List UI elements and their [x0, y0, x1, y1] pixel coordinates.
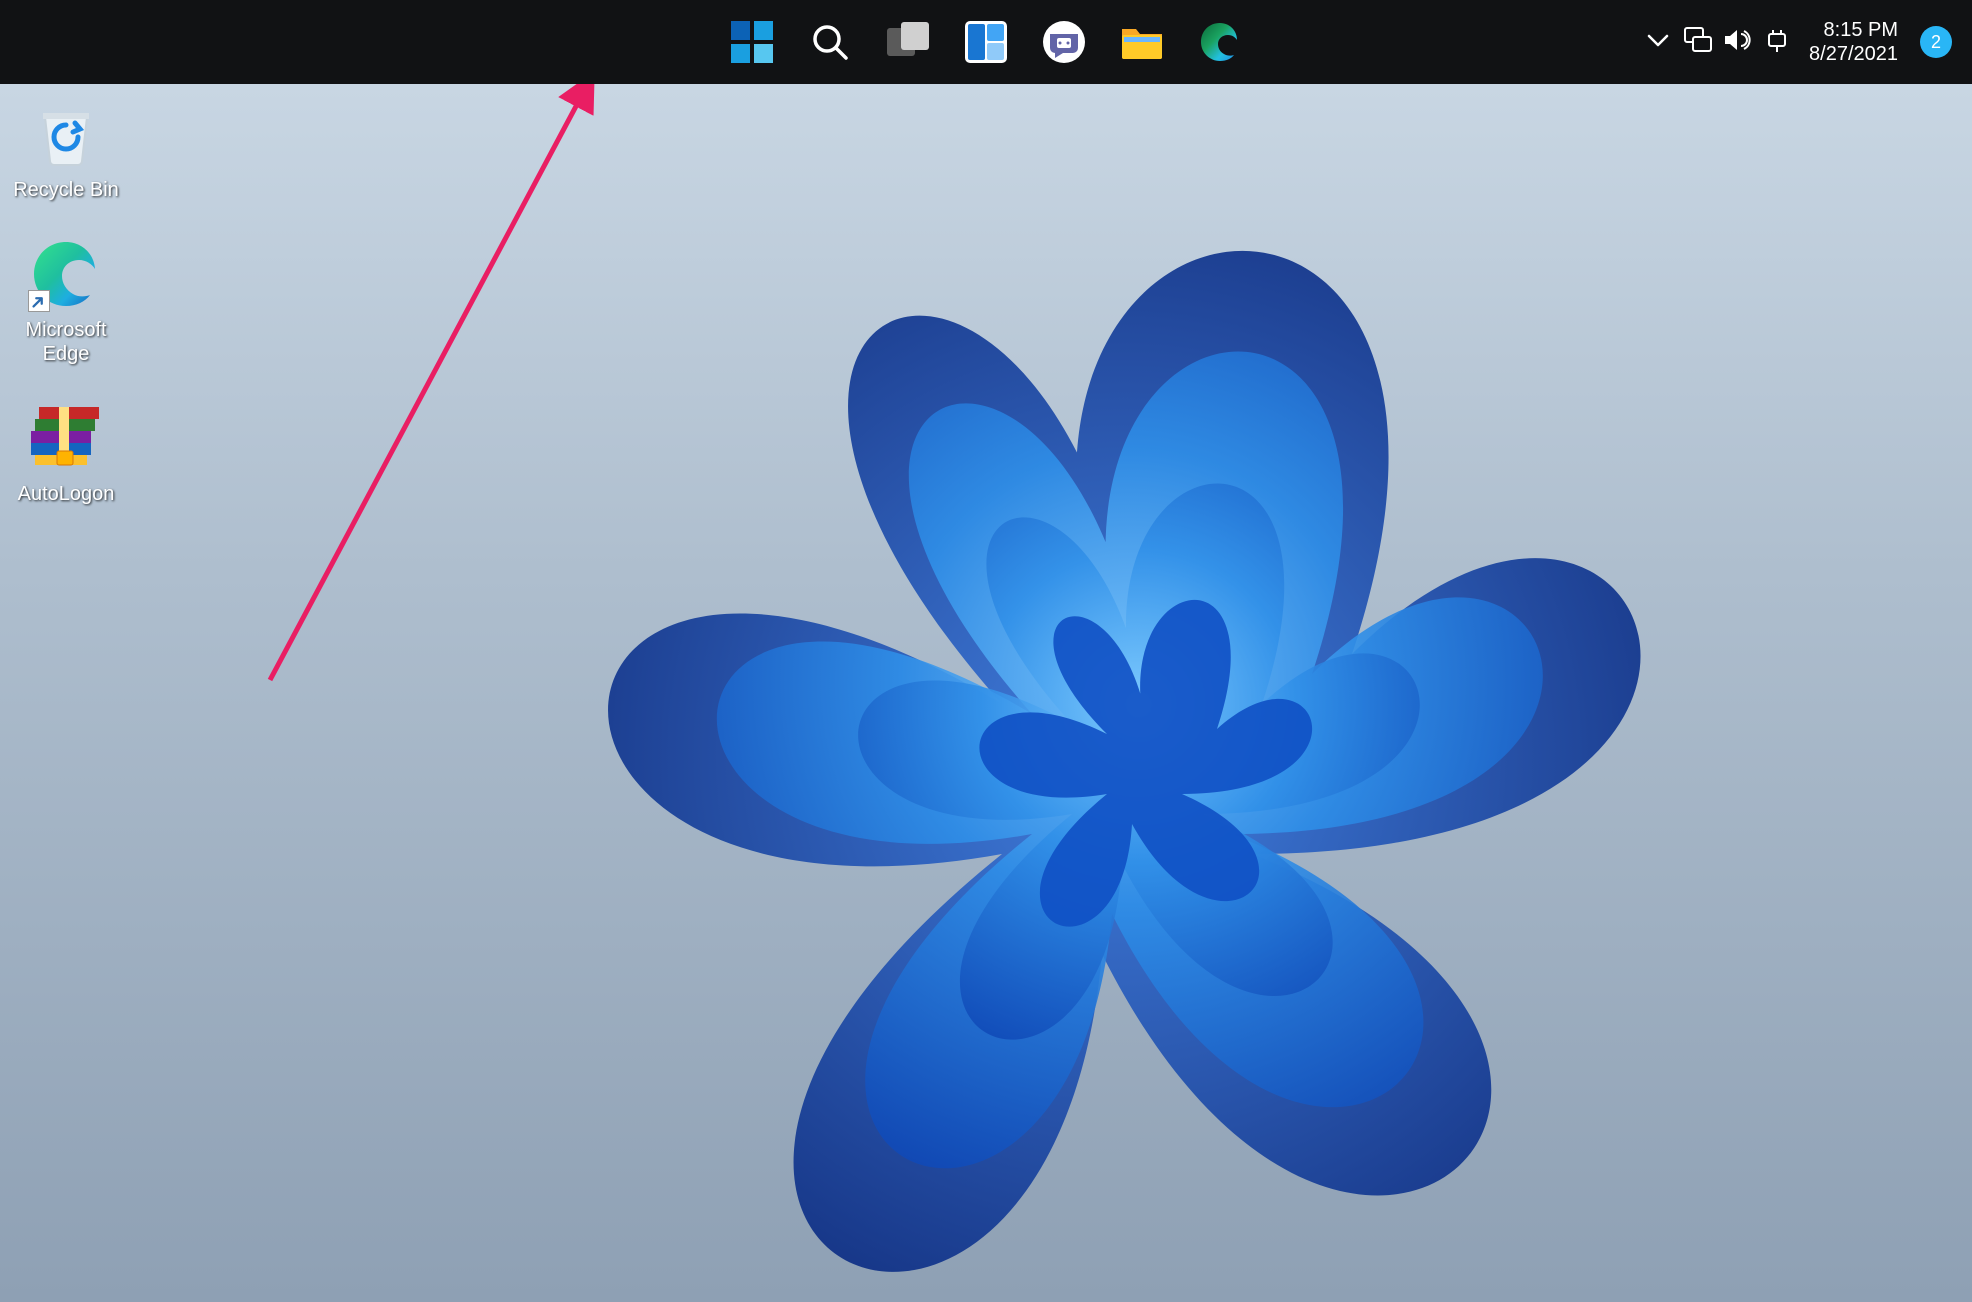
network-icon: [1683, 26, 1713, 59]
network-button[interactable]: [1683, 27, 1713, 57]
autologon-desktop-item[interactable]: AutoLogon: [6, 400, 126, 506]
datetime-button[interactable]: 8:15 PM 8/27/2021: [1803, 18, 1904, 66]
microsoft-edge-desktop-item[interactable]: Microsoft Edge: [6, 236, 126, 366]
desktop-icon-label: AutoLogon: [18, 482, 115, 506]
clock-date: 8/27/2021: [1809, 42, 1898, 66]
taskbar: 8:15 PM 8/27/2021 2: [0, 0, 1972, 84]
taskview-icon: [885, 22, 931, 62]
notification-center-button[interactable]: 2: [1920, 26, 1952, 58]
notification-count: 2: [1931, 32, 1941, 53]
desktop-icons: Recycle Bin: [6, 96, 126, 506]
clock-time: 8:15 PM: [1824, 18, 1898, 42]
sound-icon: [1723, 26, 1753, 59]
power-button[interactable]: [1763, 27, 1793, 57]
taskbar-right: 8:15 PM 8/27/2021 2: [1643, 0, 1962, 84]
annotation-arrow: [250, 60, 620, 700]
power-icon: [1763, 26, 1793, 59]
recycle-bin-desktop-item[interactable]: Recycle Bin: [6, 96, 126, 202]
start-icon: [731, 21, 773, 63]
winrar-icon: [28, 400, 104, 476]
widgets-button[interactable]: [963, 19, 1009, 65]
edge-icon-large: [28, 236, 104, 312]
chat-button[interactable]: [1041, 19, 1087, 65]
file-explorer-icon: [1120, 23, 1164, 61]
search-button[interactable]: [807, 19, 853, 65]
sound-button[interactable]: [1723, 27, 1753, 57]
widgets-icon: [965, 21, 1007, 63]
desktop-icon-label: Microsoft Edge: [6, 318, 126, 366]
recycle-bin-icon: [28, 96, 104, 172]
chat-icon: [1043, 21, 1085, 63]
file-explorer-button[interactable]: [1119, 19, 1165, 65]
shortcut-arrow-icon: [28, 290, 50, 312]
edge-icon: [1199, 21, 1241, 63]
overflow-chevron-icon: [1645, 27, 1671, 58]
taskview-button[interactable]: [885, 19, 931, 65]
edge-button[interactable]: [1197, 19, 1243, 65]
tray-overflow-button[interactable]: [1643, 27, 1673, 57]
taskbar-center: [729, 19, 1243, 65]
search-icon: [810, 22, 850, 62]
desktop-icon-label: Recycle Bin: [13, 178, 119, 202]
start-button[interactable]: [729, 19, 775, 65]
